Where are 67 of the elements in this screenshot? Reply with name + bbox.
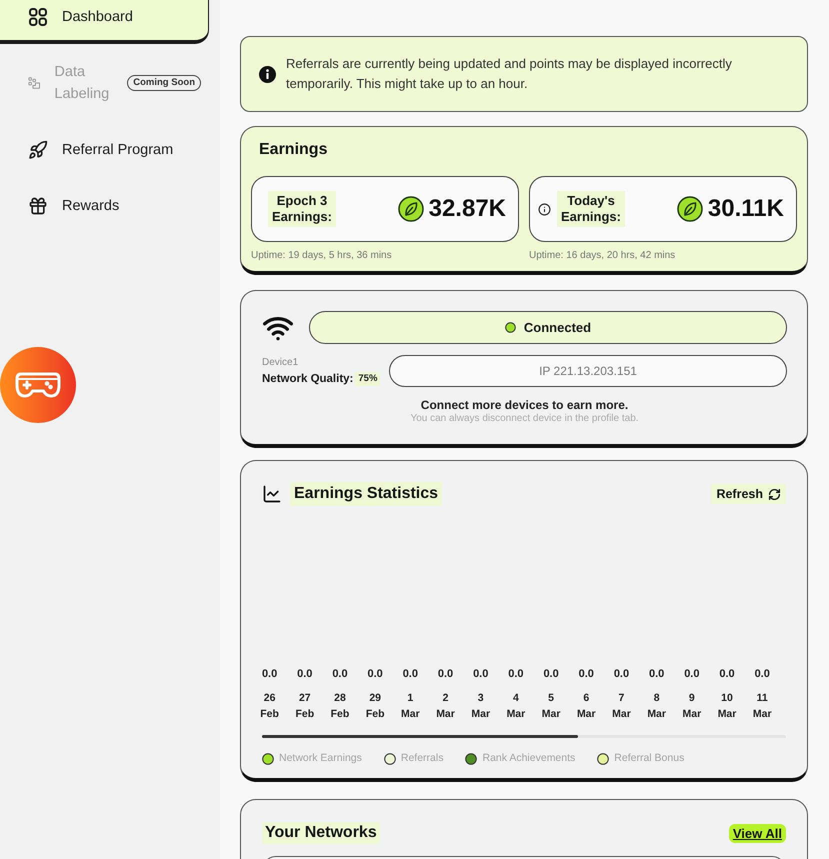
legend-label: Rank Achievements	[482, 752, 576, 765]
date-label: 11 Mar	[752, 691, 772, 722]
value-label: 0.0	[473, 667, 488, 681]
value-label: 0.0	[614, 667, 630, 681]
info-icon	[259, 66, 276, 82]
uptime-text: Uptime: 16 days, 20 hrs, 42 mins	[529, 249, 676, 263]
value-label: 0.0	[649, 667, 664, 681]
earnings-value: 30.11K	[708, 195, 784, 223]
date-label: 1 Mar	[401, 691, 420, 722]
gamepad-icon	[15, 371, 61, 399]
line-chart-icon	[262, 484, 282, 504]
date-label: 5 Mar	[542, 691, 560, 722]
date-label: 9 Mar	[682, 691, 702, 722]
earnings-label: Epoch 3 Earnings:	[268, 191, 336, 227]
sidebar-item[interactable]: Dashboard	[0, 0, 209, 44]
network-quality-label: Network Quality:	[262, 372, 354, 386]
date-label: 2 Mar	[436, 691, 455, 722]
network-quality-value: 75%	[355, 372, 380, 386]
uptime-text: Uptime: 19 days, 5 hrs, 36 mins	[251, 249, 392, 263]
value-label: 0.0	[262, 667, 278, 681]
value-label: 0.0	[578, 667, 594, 681]
value-label: 0.0	[684, 667, 700, 681]
legend-label: Network Earnings	[279, 752, 362, 765]
section-title: Your Networks	[262, 822, 380, 844]
refresh-button[interactable]: Refresh	[711, 484, 786, 504]
view-all-button[interactable]: View All	[728, 824, 786, 842]
ip-address-pill: IP 221.13.203.151	[389, 355, 787, 387]
value-label: 0.0	[543, 667, 559, 681]
notice-text: Referrals are currently being updated and points may be displayed incorrectly temporarily. This might take up to an hour.	[286, 55, 733, 93]
horizontal-scrollbar[interactable]	[262, 735, 786, 738]
date-label: 29 Feb	[366, 691, 384, 722]
date-label: 26 Feb	[260, 691, 279, 722]
sidebar-item[interactable]: Referral Program	[0, 122, 209, 178]
rocket-icon	[28, 140, 48, 160]
grid-icon	[28, 7, 48, 27]
value-label: 0.0	[402, 667, 418, 681]
date-label: 8 Mar	[647, 691, 666, 722]
earnings-value: 32.87K	[428, 195, 506, 223]
date-label: 4 Mar	[506, 691, 526, 722]
date-label: 3 Mar	[471, 691, 490, 722]
section-title: Earnings Statistics	[290, 482, 442, 506]
date-label: 10 Mar	[718, 691, 736, 722]
status-text: Connected	[524, 320, 592, 336]
date-label: 7 Mar	[612, 691, 631, 722]
device-name: Device1	[262, 356, 298, 369]
disconnect-hint: You can always disconnect device in the profile tab.	[410, 412, 639, 425]
refresh-icon	[768, 488, 781, 500]
connect-prompt: Connect more devices to earn more.	[420, 398, 628, 412]
legend-label: Referral Bonus	[614, 752, 684, 765]
date-label: 28 Feb	[330, 691, 350, 722]
date-label: 27 Feb	[295, 691, 314, 722]
value-label: 0.0	[719, 667, 735, 681]
gift-icon	[28, 196, 48, 216]
sidebar-item[interactable]: Rewards	[0, 178, 209, 234]
value-label: 0.0	[754, 667, 770, 681]
leaf-coin-icon	[676, 196, 703, 222]
coming-soon-badge: Coming Soon	[127, 75, 201, 91]
value-label: 0.0	[508, 667, 524, 681]
earnings-label: Today's Earnings:	[557, 191, 625, 227]
value-label: 0.0	[368, 667, 383, 681]
value-label: 0.0	[332, 667, 348, 681]
legend-label: Referrals	[400, 752, 444, 765]
leaf-coin-icon	[398, 196, 424, 222]
value-label: 0.0	[297, 667, 312, 681]
section-title: Earnings	[258, 140, 328, 160]
value-label: 0.0	[438, 667, 454, 681]
date-label: 6 Mar	[576, 691, 596, 722]
